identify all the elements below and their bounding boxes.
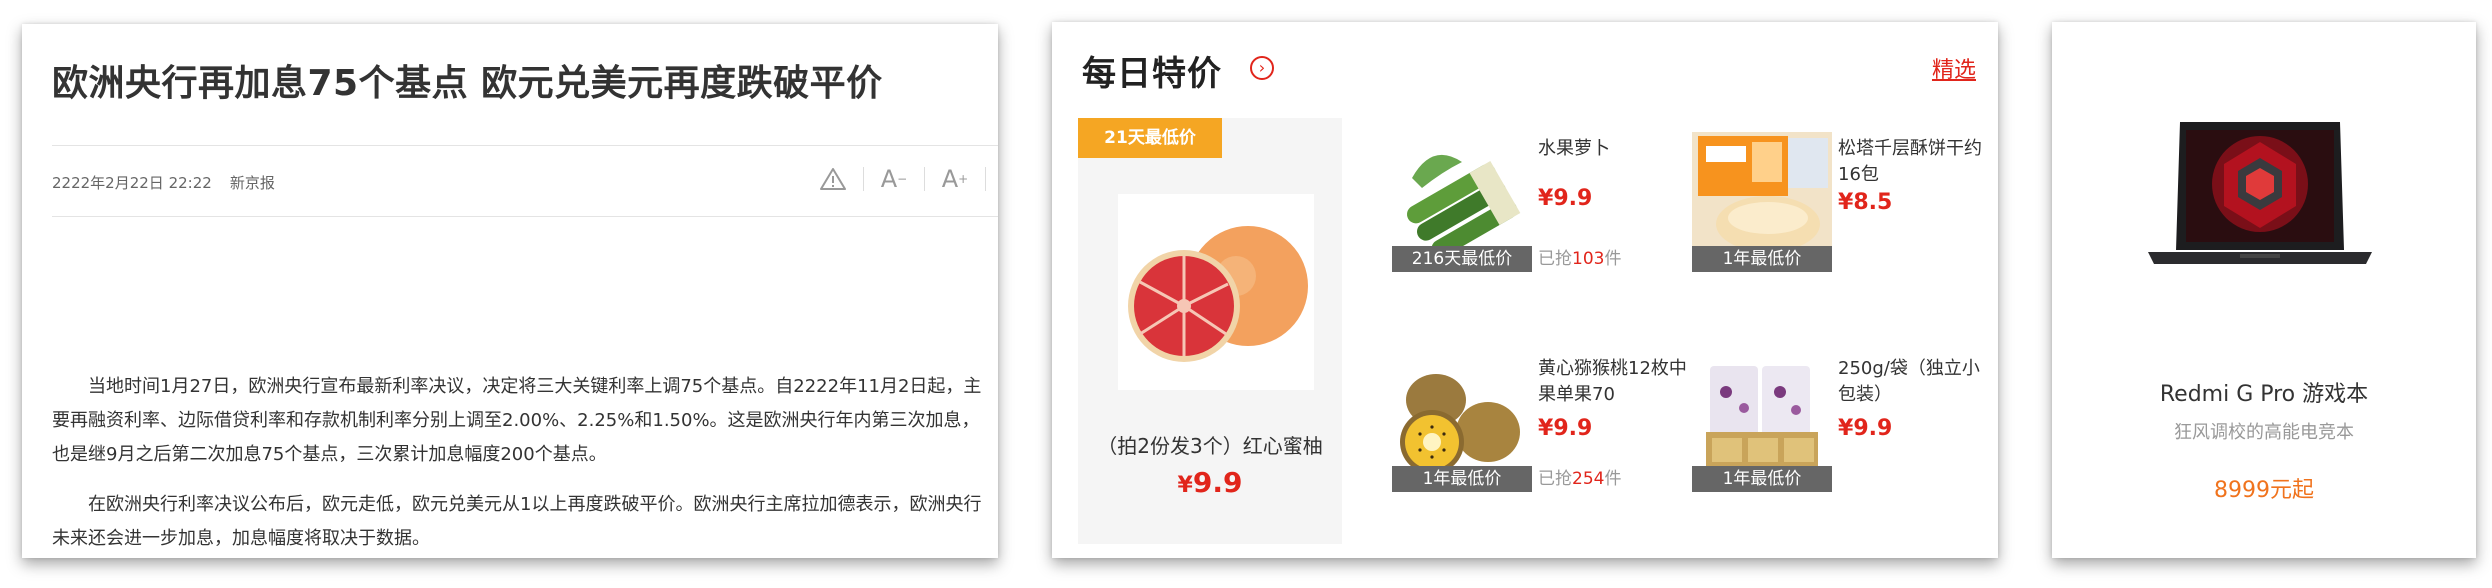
sold-count: 已抢103件 [1538,244,1621,269]
product-price: 8999元起 [2214,478,2314,503]
price-value: 9.9 [1853,416,1893,441]
price-value: 9.9 [1553,416,1593,441]
product-name: Redmi G Pro 游戏本 [2159,382,2369,407]
lowest-price-badge: 216天最低价 [1392,246,1532,272]
deal-item[interactable]: 1年最低价 松塔千层酥饼干约16包 ¥8.5 [1692,132,1998,292]
article-paragraph: 当地时间1月27日，欧洲央行宣布最新利率决议，决定将三大关键利率上调75个基点。… [52,376,982,465]
featured-deal[interactable]: 21天最低价 （拍2份发3个）红心蜜柚 ¥9.9 [1078,118,1342,544]
product-price: ¥9.9 [1538,186,1592,211]
filter-link[interactable]: 精选 [1932,52,1976,84]
lowest-price-badge: 1年最低价 [1692,246,1832,272]
font-larger-button[interactable]: A + [925,162,985,196]
price-value: 9.9 [1192,466,1243,499]
warning-triangle-icon[interactable] [803,162,863,196]
product-name: 黄心猕猴桃12枚中果单果70 [1538,358,1687,405]
sold-suffix: 件 [1604,469,1622,489]
deal-item[interactable]: 1年最低价 250g/袋（独立小包装） ¥9.9 [1692,352,1998,512]
product-card[interactable]: Redmi G Pro 游戏本 狂风调校的高能电竞本 8999元起 [2052,22,2476,558]
currency-symbol: ¥ [1838,416,1854,441]
product-price: ¥9.9 [1538,416,1592,441]
currency-symbol: ¥ [1177,473,1193,498]
article-toolbar: A − A + [803,162,986,196]
price-value: 8.5 [1853,190,1893,215]
deal-item[interactable]: 216天最低价 水果萝卜 ¥9.9 已抢103件 [1392,132,1702,292]
chevron-right-circle-icon[interactable]: › [1250,56,1274,80]
product-name: 水果萝卜 [1538,138,1610,159]
sold-number: 254 [1572,469,1605,489]
product-name: 松塔千层酥饼干约16包 [1838,138,1982,185]
news-article-card: 欧洲央行再加息75个基点 欧元兑美元再度跌破平价 2222年2月22日 22:2… [22,24,998,558]
featured-price: ¥9.9 [1078,466,1342,499]
daily-deals-card: 每日特价 › 精选 21天最低价 （拍2份发3个）红心蜜柚 ¥9.9 216天最… [1052,22,1998,558]
section-title: 每日特价 [1082,54,1222,94]
product-description: 狂风调校的高能电竞本 [2174,422,2354,443]
article-source: 新京报 [229,174,275,192]
article-title: 欧洲央行再加息75个基点 欧元兑美元再度跌破平价 [52,63,883,104]
sold-prefix: 已抢 [1538,249,1572,269]
lowest-price-badge: 1年最低价 [1692,466,1832,492]
font-smaller-button[interactable]: A − [864,162,924,196]
sold-suffix: 件 [1604,249,1622,269]
article-date: 2222年2月22日 22:22 [52,174,212,192]
sold-number: 103 [1572,249,1605,269]
divider [52,145,998,146]
grapefruit-image [1118,194,1314,390]
gaming-laptop-image [2148,122,2372,264]
lowest-price-badge: 21天最低价 [1078,118,1222,158]
divider [985,167,986,191]
currency-symbol: ¥ [1538,416,1554,441]
product-price: ¥9.9 [1838,416,1892,441]
deal-item[interactable]: 1年最低价 黄心猕猴桃12枚中果单果70 ¥9.9 已抢254件 [1392,352,1702,512]
sold-prefix: 已抢 [1538,469,1572,489]
price-value: 9.9 [1553,186,1593,211]
currency-symbol: ¥ [1838,190,1854,215]
product-price: ¥8.5 [1838,190,1892,215]
sold-count: 已抢254件 [1538,464,1621,489]
divider [52,216,998,217]
article-paragraph: 在欧洲央行利率决议公布后，欧元走低，欧元兑美元从1以上再度跌破平价。欧洲央行主席… [52,494,982,549]
font-larger-icon: A [941,165,959,193]
font-smaller-icon: A [880,165,898,193]
article-meta: 2222年2月22日 22:22 新京报 [52,172,275,193]
lowest-price-badge: 1年最低价 [1392,466,1532,492]
featured-product-name: （拍2份发3个）红心蜜柚 [1097,434,1323,458]
currency-symbol: ¥ [1538,186,1554,211]
product-name: 250g/袋（独立小包装） [1838,358,1980,405]
